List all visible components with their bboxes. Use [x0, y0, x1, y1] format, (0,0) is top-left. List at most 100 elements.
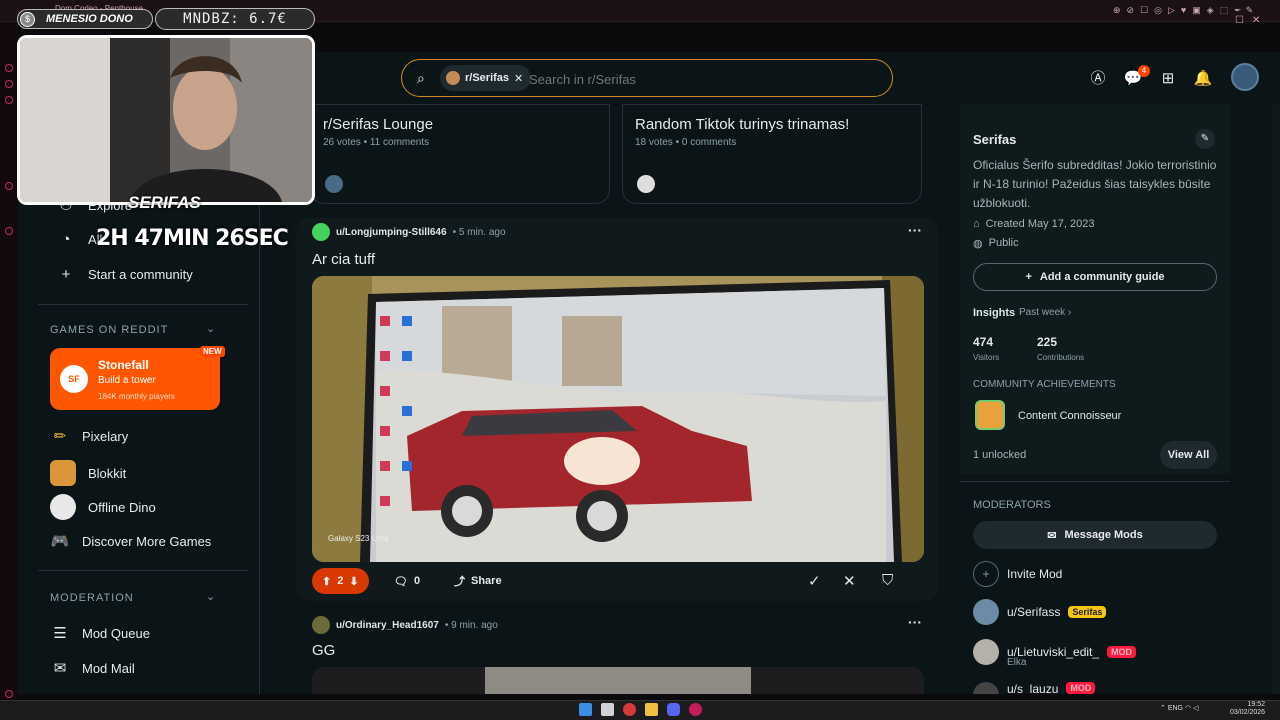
create-post-icon[interactable]: ⊞ [1158, 69, 1178, 89]
moderation-section-title[interactable]: MODERATION [50, 592, 134, 604]
language-indicator[interactable]: ENG [1168, 705, 1183, 712]
side-panel-icon[interactable] [5, 96, 13, 104]
moderator-name: u/s_lauzu [1007, 682, 1059, 694]
side-panel-icon[interactable] [5, 227, 13, 235]
side-panel-icon[interactable] [5, 64, 13, 72]
insights-period[interactable]: Past week › [1019, 307, 1071, 318]
post-card[interactable]: u/Longjumping-Still646 • 5 min. ago ··· … [296, 218, 938, 601]
visitors-count: 474 [973, 335, 994, 349]
discord-icon[interactable] [667, 703, 680, 716]
moderator-row[interactable]: u/Lietuviski_edit_ MOD [973, 639, 1137, 665]
sidebar-item-discover-games[interactable]: 🎮 Discover More Games [50, 532, 212, 550]
cam-name-label: SERIFAS [128, 193, 201, 212]
add-community-guide-button[interactable]: + Add a community guide [973, 263, 1217, 291]
featured-game-card[interactable]: SF Stonefall Build a tower 184K monthly … [50, 346, 225, 410]
side-panel-icon[interactable] [5, 690, 13, 698]
more-options-icon[interactable]: ··· [908, 222, 922, 238]
invite-mod-label: Invite Mod [1007, 567, 1063, 581]
sidebar-item-blokkit[interactable]: Blokkit [50, 460, 126, 486]
message-mods-button[interactable]: ✉ Message Mods [973, 521, 1217, 549]
invite-mod-row[interactable]: + Invite Mod [973, 561, 1062, 587]
game-players: 184K monthly players [98, 392, 175, 401]
system-tray[interactable]: ⌃ ENG ◠ ◁ [1160, 704, 1198, 712]
windows-taskbar [0, 700, 1280, 720]
pinned-post-stats: 18 votes • 0 comments [635, 137, 737, 148]
start-icon[interactable] [579, 703, 592, 716]
moderator-row[interactable]: u/s_lauzu MOD [973, 682, 1096, 694]
avatar[interactable] [312, 223, 330, 241]
share-button[interactable]: ⤴ Share [444, 568, 512, 594]
more-options-icon[interactable]: ··· [908, 614, 922, 630]
mail-icon: ✉ [1047, 529, 1057, 542]
comments-button[interactable]: 🗨 0 [384, 568, 430, 594]
post-image[interactable] [312, 667, 924, 694]
pinned-post-title[interactable]: Random Tiktok turinys trinamas! [635, 116, 849, 133]
post-time: • 5 min. ago [452, 226, 506, 238]
comment-icon: 🗨 [394, 575, 408, 588]
button-label: Add a community guide [1039, 271, 1165, 283]
post-author[interactable]: u/Longjumping-Still646 [336, 227, 447, 238]
post-author[interactable]: u/Ordinary_Head1607 [336, 620, 439, 631]
browser-side-panel [0, 22, 18, 700]
window-controls[interactable]: –☐✕ [1235, 4, 1280, 26]
approve-icon[interactable]: ✓ [808, 572, 821, 590]
bell-icon[interactable]: 🔔 [1193, 69, 1213, 89]
game-tagline: Build a tower [98, 375, 156, 386]
taskbar-clock[interactable]: 19:52 03/02/2026 [1230, 701, 1265, 717]
remove-icon[interactable]: ✕ [843, 572, 856, 590]
volume-icon[interactable]: ◁ [1193, 705, 1198, 712]
downvote-icon[interactable]: ⬇ [349, 575, 358, 588]
search-chip-label: r/Serifas [465, 72, 510, 84]
created-row: ⌂ Created May 17, 2023 [973, 218, 1095, 230]
mail-icon: ✉ [53, 660, 67, 677]
clock-date: 03/02/2026 [1230, 709, 1266, 716]
view-all-button[interactable]: View All [1160, 441, 1217, 469]
visitors-label: Visitors [973, 353, 1000, 362]
pinned-post-card[interactable]: Random Tiktok turinys trinamas! 18 votes… [622, 104, 922, 204]
side-panel-icon[interactable] [5, 182, 13, 190]
chevron-down-icon[interactable]: ⌄ [206, 322, 215, 335]
shield-icon[interactable]: ⛉ [882, 572, 893, 589]
post-image[interactable]: Galaxy S23 Ultra [312, 276, 924, 562]
sidebar-item-label: Start a community [88, 267, 193, 282]
sidebar-item-offline-dino[interactable]: Offline Dino [50, 494, 156, 520]
post-title[interactable]: GG [312, 642, 335, 659]
scrollbar[interactable] [1272, 104, 1280, 694]
close-icon[interactable]: ✕ [514, 72, 523, 85]
search-bar[interactable]: ⌕ r/Serifas ✕ [401, 59, 893, 97]
wifi-icon[interactable]: ◠ [1185, 705, 1191, 712]
game-name: Stonefall [98, 358, 149, 372]
visibility-label: Public [988, 237, 1019, 249]
user-avatar[interactable] [1231, 63, 1259, 91]
browser-icon[interactable] [623, 703, 636, 716]
pinned-post-title[interactable]: r/Serifas Lounge [323, 116, 433, 133]
search-scope-chip[interactable]: r/Serifas ✕ [440, 65, 532, 91]
clock-time: 19:52 [1247, 701, 1266, 708]
file-explorer-icon[interactable] [645, 703, 658, 716]
sidebar-item-pixelary[interactable]: ✏ Pixelary [50, 427, 129, 445]
pinned-post-stats: 26 votes • 11 comments [323, 137, 430, 148]
avatar[interactable] [312, 616, 330, 634]
post-title[interactable]: Ar cia tuff [312, 251, 375, 268]
side-panel-icon[interactable] [5, 80, 13, 88]
search-input[interactable] [529, 69, 859, 89]
sidebar-item-mod-queue[interactable]: ☰ Mod Queue [50, 624, 150, 642]
advertise-icon[interactable]: Ⓐ [1088, 69, 1108, 89]
opera-icon[interactable] [689, 703, 702, 716]
community-description: Oficialus Šerifo subredditas! Jokio terr… [973, 158, 1217, 210]
pinned-post-card[interactable]: r/Serifas Lounge 26 votes • 11 comments [310, 104, 610, 204]
chevron-down-icon[interactable]: ⌄ [206, 590, 215, 603]
blokkit-icon [50, 460, 76, 486]
upvote-icon[interactable]: ⬆ [322, 575, 331, 588]
moderators-title: MODERATORS [973, 499, 1051, 511]
chevron-up-icon[interactable]: ⌃ [1160, 705, 1166, 712]
edit-icon[interactable]: ✎ [1195, 129, 1215, 149]
vote-control[interactable]: ⬆ 2 ⬇ [312, 568, 369, 594]
moderator-row[interactable]: u/Serifass Serifas [973, 599, 1107, 625]
cake-icon: ⌂ [973, 218, 980, 230]
games-section-title[interactable]: GAMES ON REDDIT [50, 324, 168, 336]
sidebar-item-start-community[interactable]: + Start a community [56, 266, 193, 283]
sidebar-item-mod-mail[interactable]: ✉ Mod Mail [50, 659, 135, 677]
task-view-icon[interactable] [601, 703, 614, 716]
main-feed: r/Serifas Lounge 26 votes • 11 comments … [260, 104, 960, 694]
